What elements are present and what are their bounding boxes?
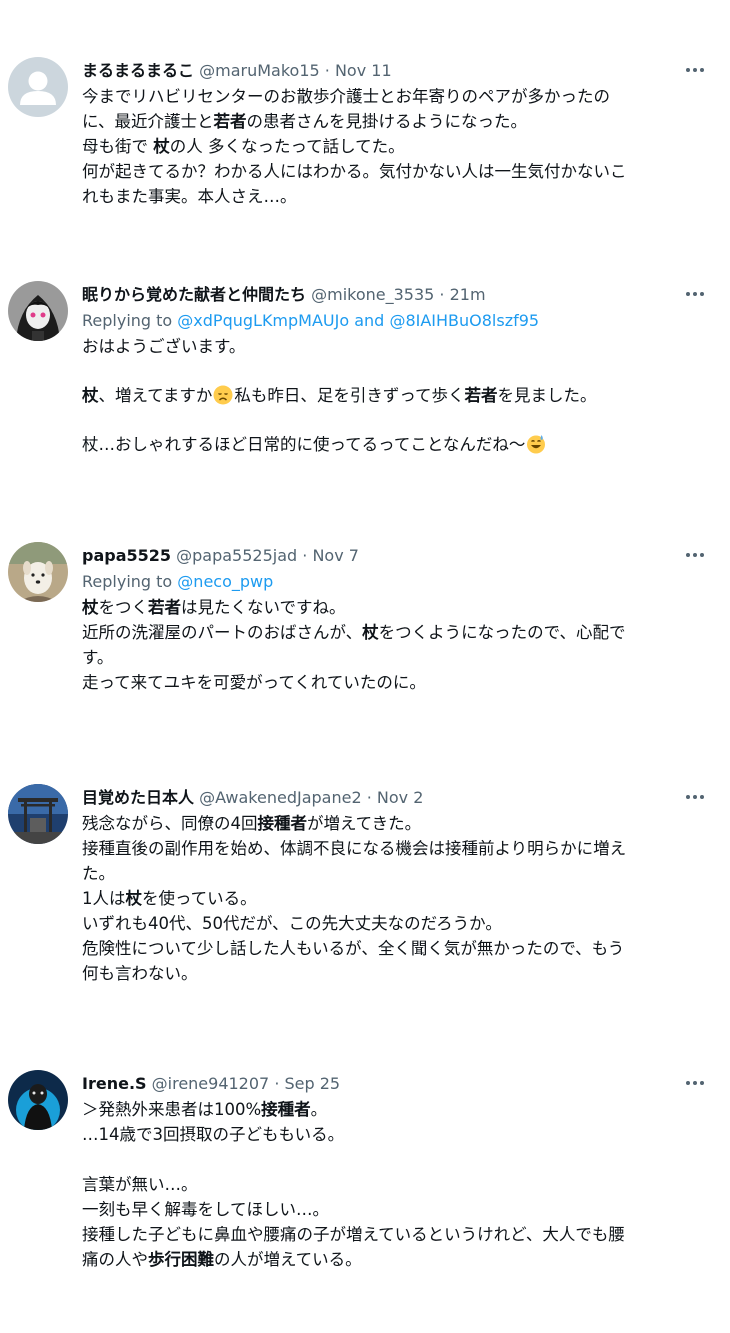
text-line: 1人は杖を使っている。 xyxy=(82,889,257,908)
user-handle[interactable]: @AwakenedJapane2 xyxy=(199,788,362,807)
display-name[interactable]: 目覚めた日本人 xyxy=(82,788,194,807)
text-line: 接種直後の副作用を始め、体調不良になる機会は接種前より明らかに増え xyxy=(82,839,627,858)
replying-to: Replying to @xdPqugLKmpMAUJo and @8IAIHB… xyxy=(82,311,540,330)
more-options-icon[interactable] xyxy=(680,57,710,83)
timestamp[interactable]: 21m xyxy=(450,285,486,304)
dot-separator: · xyxy=(324,61,330,80)
timestamp[interactable]: Sep 25 xyxy=(285,1074,341,1093)
default-avatar[interactable] xyxy=(8,57,68,117)
text-line: 痛の人や歩行困難の人が増えている。 xyxy=(82,1250,362,1269)
text-line: 杖…おしゃれするほど日常的に使ってるってことなんだね〜 xyxy=(82,432,710,457)
tweet-text: 杖をつく若者は見たくないですね。 近所の洗濯屋のパートのおばさんが、杖をつくよう… xyxy=(82,595,710,695)
disappointed-face-emoji xyxy=(213,385,233,405)
tweet-header: 眠りから覚めた献者と仲間たち @mikone_3535 · 21m xyxy=(82,281,710,308)
user-avatar[interactable] xyxy=(8,784,68,844)
more-options-icon[interactable] xyxy=(680,784,710,810)
user-handle[interactable]: @mikone_3535 xyxy=(311,285,434,304)
tweet-header: papa5525 @papa5525jad · Nov 7 xyxy=(82,542,710,569)
text-line: 何も言わない。 xyxy=(82,964,198,983)
text-line: ＞発熱外来患者は100%接種者。 xyxy=(82,1100,328,1119)
text-line: 杖、増えてますか 私も昨日、足を引きずって歩く若者を見ました。 xyxy=(82,385,597,405)
reply-user-link[interactable]: @neco_pwp xyxy=(177,572,273,591)
display-name[interactable]: Irene.S xyxy=(82,1074,147,1093)
text-line: 一刻も早く解毒をしてほしい…。 xyxy=(82,1200,330,1219)
dog-photo-avatar-icon xyxy=(8,542,68,602)
user-avatar[interactable] xyxy=(8,542,68,602)
figure-photo-avatar-icon xyxy=(8,1070,68,1130)
text-line: 残念ながら、同僚の4回接種者が増えてきた。 xyxy=(82,814,422,833)
timestamp[interactable]: Nov 7 xyxy=(312,546,359,565)
display-name[interactable]: 眠りから覚めた献者と仲間たち xyxy=(82,285,306,304)
text-line: 走って来てユキを可愛がってくれていたのに。 xyxy=(82,673,426,692)
user-handle[interactable]: @papa5525jad xyxy=(176,546,297,565)
timestamp[interactable]: Nov 2 xyxy=(377,788,424,807)
more-options-icon[interactable] xyxy=(680,281,710,307)
text-line: いずれも40代、50代だが、この先大丈夫なのだろうか。 xyxy=(82,914,502,933)
grinning-sweat-emoji xyxy=(527,435,546,454)
default-profile-icon xyxy=(8,57,68,117)
text-line: に、最近介護士と若者の患者さんを見掛けるようになった。 xyxy=(82,112,528,131)
tweet-text: 残念ながら、同僚の4回接種者が増えてきた。 接種直後の副作用を始め、体調不良にな… xyxy=(82,811,710,986)
text-line: た。 xyxy=(82,864,115,883)
text-line: 近所の洗濯屋のパートのおばさんが、杖をつくようになったので、心配で xyxy=(82,623,626,642)
shrine-photo-avatar-icon xyxy=(8,784,68,844)
replying-to: Replying to @neco_pwp xyxy=(82,572,274,591)
text-line: れもまた事実。本人さえ…。 xyxy=(82,187,297,206)
dot-separator: · xyxy=(302,546,308,565)
reply-user-link[interactable]: @xdPqugLKmpMAUJo xyxy=(177,311,349,330)
anime-character-avatar-icon xyxy=(8,281,68,341)
user-avatar[interactable] xyxy=(8,1070,68,1130)
text-line: …14歳で3回摂取の子どももいる。 xyxy=(82,1125,345,1144)
text-line xyxy=(82,1147,710,1172)
display-name[interactable]: papa5525 xyxy=(82,546,171,565)
tweet-text: 今までリハビリセンターのお散歩介護士とお年寄りのペアが多かったの に、最近介護士… xyxy=(82,84,710,209)
dot-separator: · xyxy=(366,788,372,807)
text-line: 今までリハビリセンターのお散歩介護士とお年寄りのペアが多かったの xyxy=(82,87,610,106)
text-line: 杖をつく若者は見たくないですね。 xyxy=(82,598,346,617)
reply-user-link[interactable]: @8IAIHBuO8lszf95 xyxy=(389,311,539,330)
tweet-text: ＞発熱外来患者は100%接種者。 …14歳で3回摂取の子どももいる。 言葉が無い… xyxy=(82,1097,710,1272)
timestamp[interactable]: Nov 11 xyxy=(335,61,392,80)
text-line: おはようございます。 xyxy=(82,337,246,356)
text-line: 接種した子どもに鼻血や腰痛の子が増えているというけれど、大人でも腰 xyxy=(82,1225,625,1244)
more-options-icon[interactable] xyxy=(680,1070,710,1096)
text-line: 母も街で 杖の人 多くなったって話してた。 xyxy=(82,137,405,156)
tweet-text: おはようございます。 杖、増えてますか 私も昨日、足を引きずって歩く若者を見ました… xyxy=(82,334,710,457)
text-line: 何が起きてるか？わかる人にはわかる。気付かない人は一生気付かないこ xyxy=(82,162,627,181)
text-line: す。 xyxy=(82,648,114,667)
user-avatar[interactable] xyxy=(8,281,68,341)
text-line: 言葉が無い…。 xyxy=(82,1175,198,1194)
display-name[interactable]: まるまるまるこ xyxy=(82,61,194,80)
user-handle[interactable]: @maruMako15 xyxy=(199,61,320,80)
tweet-header: まるまるまるこ @maruMako15 · Nov 11 xyxy=(82,57,710,84)
text-line: 危険性について少し話した人もいるが、全く聞く気が無かったので、もう xyxy=(82,939,625,958)
user-handle[interactable]: @irene941207 xyxy=(152,1074,270,1093)
tweet-header: Irene.S @irene941207 · Sep 25 xyxy=(82,1070,710,1097)
tweet-header: 目覚めた日本人 @AwakenedJapane2 · Nov 2 xyxy=(82,784,710,811)
dot-separator: · xyxy=(274,1074,280,1093)
more-options-icon[interactable] xyxy=(680,542,710,568)
dot-separator: · xyxy=(439,285,445,304)
